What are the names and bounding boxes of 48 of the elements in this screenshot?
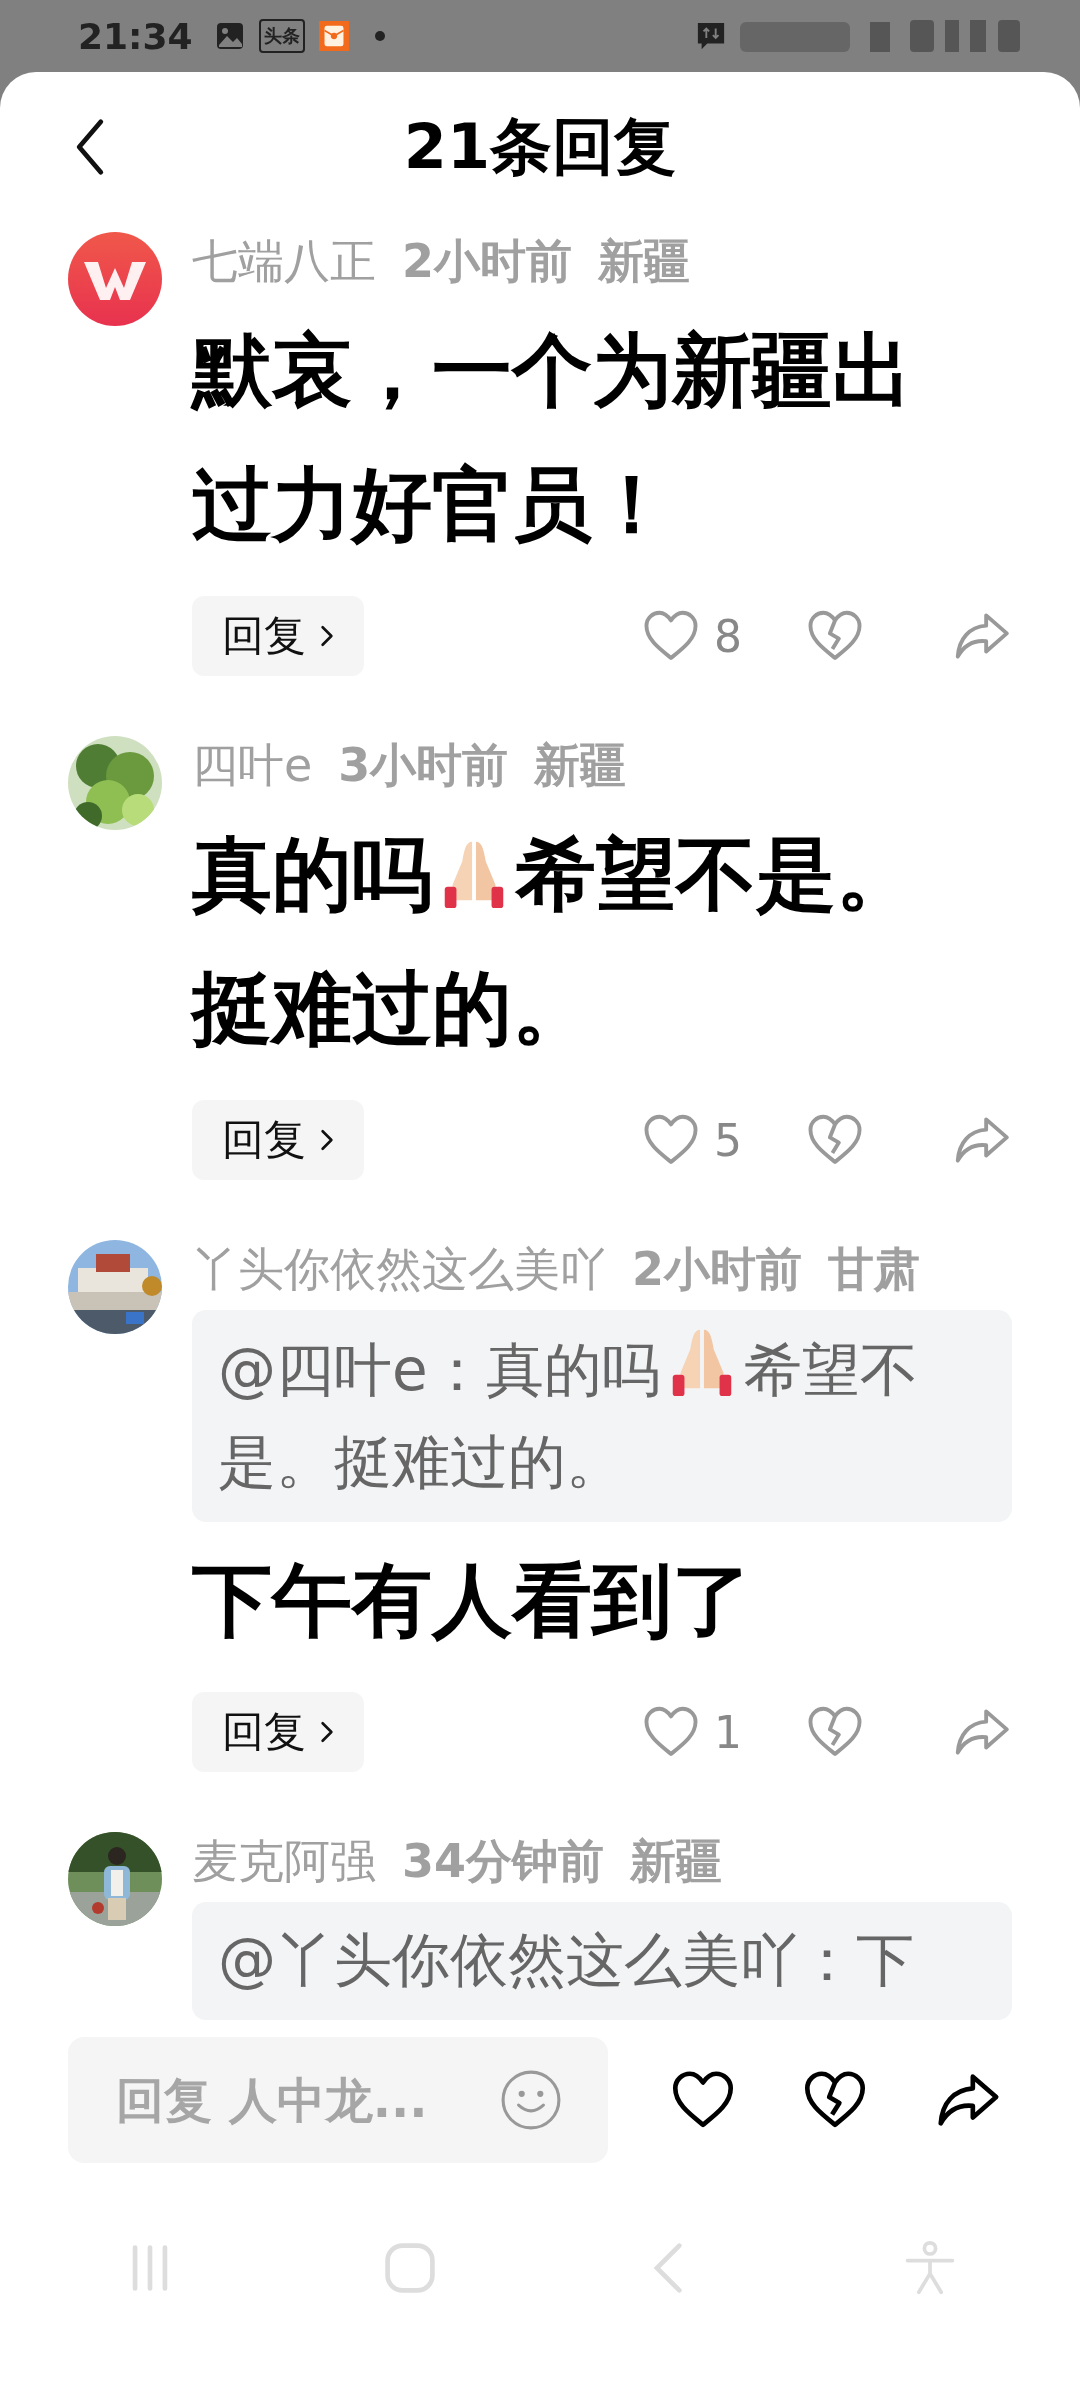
comment-time: 2小时前	[402, 233, 572, 290]
comment-text: 真的吗	[192, 828, 432, 921]
avatar-logo-icon[interactable]	[68, 232, 162, 326]
reply-field[interactable]: 回复 人中龙...	[68, 2037, 608, 2163]
blurred-status-icon	[740, 22, 850, 52]
comment-location: 新疆	[534, 737, 627, 794]
quoted-text: 是。挺难过的。	[218, 1428, 624, 1496]
envelope-app-icon	[318, 21, 349, 51]
comment-text: 默哀，一个为新疆出	[192, 324, 912, 417]
status-time: 21:34	[78, 15, 193, 57]
comment-text: 过力好官员！	[192, 458, 672, 551]
image-icon	[214, 21, 245, 51]
comment-text: 挺难过的。	[192, 962, 592, 1055]
notification-dot-icon	[374, 31, 385, 41]
like-count: 8	[714, 610, 743, 662]
comment-location: 新疆	[630, 1833, 722, 1890]
quoted-text: 希望不	[743, 1336, 918, 1404]
data-transfer-icon	[696, 21, 726, 51]
chevron-right-icon	[320, 623, 334, 649]
like-count: 5	[714, 1114, 743, 1166]
blurred-status-icon	[970, 20, 986, 52]
emoji-icon[interactable]	[500, 2069, 562, 2131]
comment-time: 2小时前	[632, 1241, 802, 1298]
comment-text: 下午有人看到了	[192, 1554, 752, 1647]
comment-location: 甘肃	[828, 1241, 920, 1298]
comment-location: 新疆	[598, 233, 690, 290]
like-count: 1	[714, 1706, 743, 1758]
reply-button[interactable]: 回复	[192, 596, 364, 676]
quoted-text: @四叶e：真的吗	[218, 1336, 660, 1404]
blurred-status-icon	[945, 20, 959, 52]
username[interactable]: 麦克阿强	[192, 1831, 376, 1893]
reply-button[interactable]: 回复	[192, 1100, 364, 1180]
blurred-status-icon	[910, 20, 934, 52]
comment-text: 希望不是。	[516, 828, 916, 921]
username[interactable]: 丫头你依然这么美吖	[192, 1239, 606, 1301]
chevron-right-icon	[320, 1719, 334, 1745]
username[interactable]: 七端八正	[192, 231, 376, 293]
app-badge: 头条	[258, 19, 305, 53]
quoted-text: @丫头你依然这么美吖：下	[218, 1926, 914, 1994]
comment-time: 34分钟前	[402, 1833, 604, 1890]
comment-time: 3小时前	[338, 737, 509, 794]
reply-input-field[interactable]: 回复 人中龙...	[114, 2071, 500, 2129]
blurred-status-icon	[998, 20, 1020, 52]
reply-button[interactable]: 回复	[192, 1692, 364, 1772]
page-title: 21条回复	[403, 109, 677, 185]
blurred-status-icon	[870, 22, 890, 52]
username[interactable]: 四叶e	[192, 735, 313, 797]
chevron-right-icon	[320, 1127, 334, 1153]
